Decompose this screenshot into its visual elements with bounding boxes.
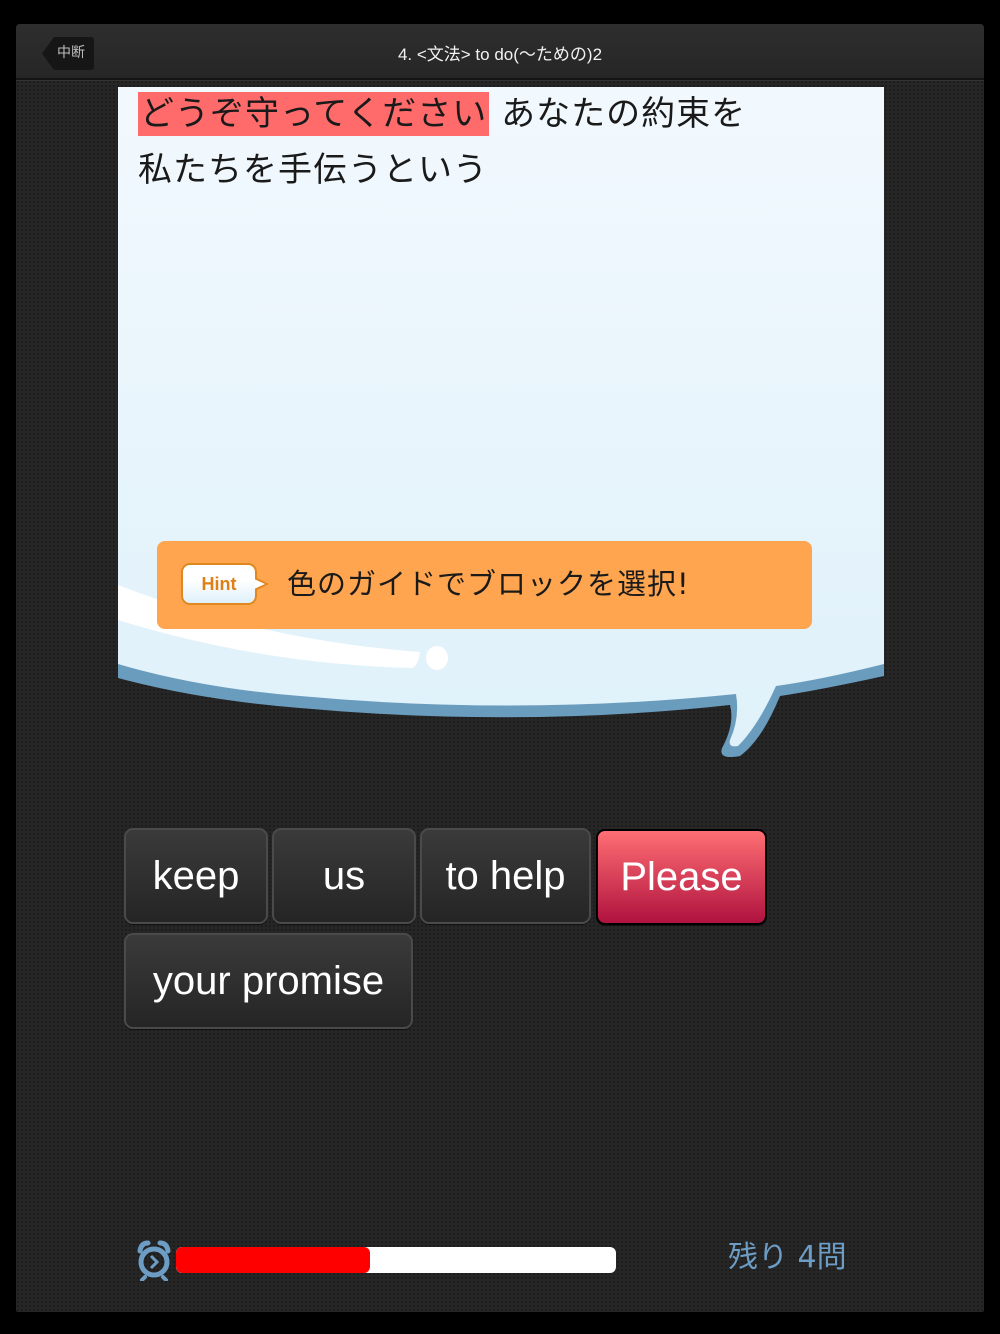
swoosh-dot <box>426 646 448 670</box>
hint-banner: Hint 色のガイドでブロックを選択! <box>157 541 812 629</box>
question-text: どうぞ守ってください あなたの約束を 私たちを手伝うという <box>138 86 838 198</box>
highlighted-segment: どうぞ守ってください <box>138 92 490 136</box>
hint-badge: Hint <box>181 563 257 605</box>
word-tile-your-promise[interactable]: your promise <box>124 933 413 1029</box>
hint-text: 色のガイドでブロックを選択! <box>287 567 690 601</box>
remaining-questions-label: 残り 4問 <box>728 1240 847 1275</box>
word-tile-to-help[interactable]: to help <box>420 828 591 924</box>
word-tile-keep[interactable]: keep <box>124 828 268 924</box>
time-progress-fill <box>176 1247 370 1273</box>
hint-badge-pointer-inner <box>254 579 265 589</box>
alarm-clock-icon <box>137 1240 171 1281</box>
word-tile-us[interactable]: us <box>272 828 416 924</box>
word-tile-please[interactable]: Please <box>596 829 767 925</box>
question-line1-rest: あなたの約束を <box>489 94 747 134</box>
question-line2: 私たちを手伝うという <box>138 150 488 190</box>
time-progress-bar <box>176 1247 616 1273</box>
